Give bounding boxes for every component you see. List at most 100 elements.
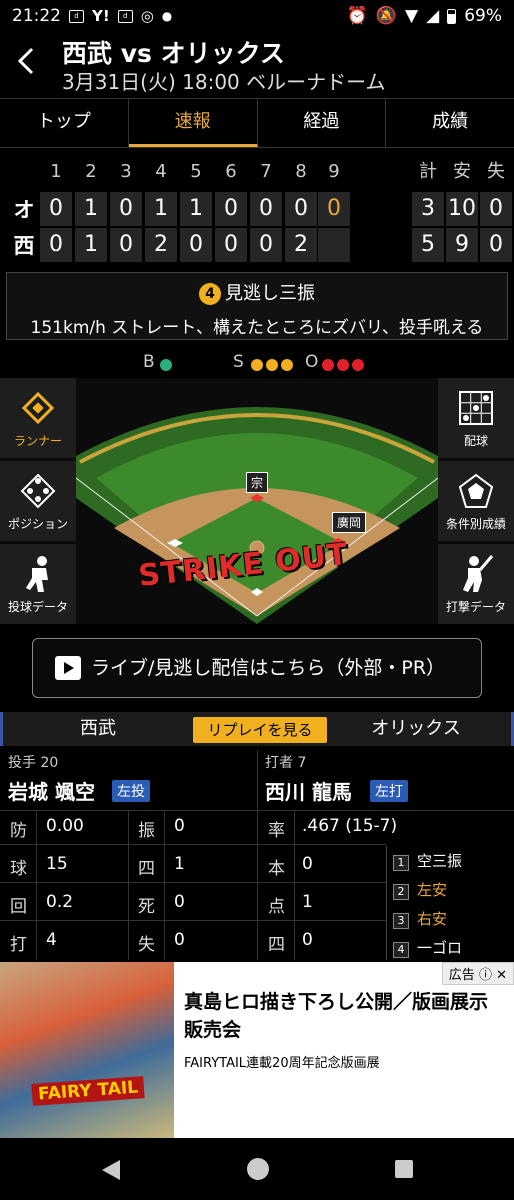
pitch-chart-button[interactable]: 配球 bbox=[438, 378, 514, 458]
total-score: 0 bbox=[480, 192, 512, 226]
ad-logo: FAIRY TAIL bbox=[31, 1076, 145, 1106]
pitcher-stat-value: 0 bbox=[174, 930, 185, 950]
yahoo-icon: Y! bbox=[92, 7, 110, 25]
ad-image[interactable]: FAIRY TAIL bbox=[0, 962, 174, 1138]
batter-stat-value: 0 bbox=[302, 854, 313, 874]
nav-recents-icon[interactable] bbox=[394, 1159, 414, 1179]
inning-header-3: 3 bbox=[120, 161, 132, 182]
live-stream-button[interactable]: ライブ/見逃し配信はこちら（外部・PR） bbox=[32, 638, 482, 698]
notification-icon-2: d bbox=[117, 9, 133, 23]
inning-header-6: 6 bbox=[225, 161, 237, 182]
inning-score: 1 bbox=[75, 228, 107, 262]
inning-header-1: 1 bbox=[50, 161, 62, 182]
inning-score: 0 bbox=[40, 228, 72, 262]
pitcher-stat-value: 0 bbox=[174, 892, 185, 912]
inning-score: 0 bbox=[40, 192, 72, 226]
strike-label: S bbox=[233, 352, 244, 372]
pitcher-stat-key: 振 bbox=[138, 821, 155, 841]
pitcher-stat-value: 1 bbox=[174, 854, 185, 874]
strike-dot bbox=[281, 359, 293, 371]
inning-score: 0 bbox=[110, 228, 142, 262]
notification-icon: d bbox=[69, 9, 84, 23]
system-nav-bar bbox=[0, 1140, 514, 1200]
inning-score bbox=[318, 228, 350, 262]
batting-data-label: 打撃データ bbox=[445, 600, 506, 614]
conditional-stats-button[interactable]: 条件別成績 bbox=[438, 461, 514, 541]
mute-icon: 🔕 bbox=[375, 6, 398, 26]
live-stream-label: ライブ/見逃し配信はこちら（外部・PR） bbox=[91, 657, 446, 679]
nav-back-icon[interactable] bbox=[100, 1158, 122, 1182]
advertisement[interactable]: FAIRY TAIL 広告 ⓘ ✕ 真島ヒロ描き下ろし公開／版画展示販売会 FA… bbox=[0, 962, 514, 1138]
inning-score: 0 bbox=[180, 228, 212, 262]
strike-zone-grid-icon bbox=[459, 391, 493, 425]
total-score: 0 bbox=[480, 228, 512, 262]
replay-button[interactable]: リプレイを見る bbox=[193, 717, 327, 743]
inning-score: 0 bbox=[285, 192, 317, 226]
out-dot bbox=[352, 359, 364, 371]
pitcher-stat-key: 死 bbox=[138, 897, 155, 917]
at-bat-number: 2 bbox=[393, 884, 409, 900]
ad-close-icon[interactable]: ✕ bbox=[496, 968, 507, 983]
ball-label: B bbox=[143, 352, 155, 372]
tab-results[interactable]: 成績 bbox=[386, 99, 514, 147]
radar-chart-icon bbox=[458, 473, 494, 508]
ball-dot bbox=[160, 359, 172, 371]
pitcher-name[interactable]: 岩城 颯空 bbox=[8, 776, 95, 805]
batting-data-button[interactable]: 打撃データ bbox=[438, 544, 514, 624]
tab-live[interactable]: 速報 bbox=[128, 99, 258, 147]
pitcher-hand-badge: 左投 bbox=[112, 780, 150, 802]
team-abbrev: 西 bbox=[13, 234, 35, 258]
batter-stat-key: 点 bbox=[268, 897, 285, 917]
nav-home-icon[interactable] bbox=[246, 1157, 270, 1181]
inning-header-9: 9 bbox=[328, 161, 340, 182]
strike-dot bbox=[266, 359, 278, 371]
wifi-icon: ▼ bbox=[405, 6, 419, 26]
inning-score: 0 bbox=[250, 228, 282, 262]
inning-score: 2 bbox=[145, 228, 177, 262]
out-dot bbox=[322, 359, 334, 371]
pitching-data-button[interactable]: 投球データ bbox=[0, 544, 76, 624]
batter-stat-key: 率 bbox=[268, 821, 285, 841]
dot-icon: ● bbox=[161, 9, 173, 23]
team-abbrev: オ bbox=[13, 198, 35, 222]
at-bat-history: 1 空三振 2 左安 3 右安 4 一ゴロ bbox=[386, 846, 514, 960]
play-number-badge: 4 bbox=[199, 283, 221, 305]
out-dots bbox=[322, 355, 367, 375]
tab-progress[interactable]: 経過 bbox=[258, 99, 387, 147]
inning-header-2: 2 bbox=[85, 161, 97, 182]
player-stats-panel: 投手 20 岩城 颯空 左投 打者 7 西川 龍馬 左打 防 0.00 振 0 球 15 四… bbox=[0, 750, 514, 960]
pitcher-stat-value: 0.2 bbox=[46, 892, 74, 912]
game-subtitle: 3月31日(火) 18:00 ベルーナドーム bbox=[62, 70, 386, 94]
status-bar: 21:22 d Y! d ◎ ● ⏰ 🔕 ▼ ◢ 69% bbox=[0, 0, 514, 32]
battery-icon bbox=[447, 8, 457, 24]
runner-button[interactable]: ランナー bbox=[0, 378, 76, 458]
inning-header-5: 5 bbox=[190, 161, 202, 182]
play-result: 見逃し三振 bbox=[225, 283, 315, 304]
play-icon bbox=[55, 656, 81, 680]
back-arrow-icon[interactable] bbox=[14, 46, 36, 82]
batter-stat-value: 0 bbox=[302, 930, 313, 950]
at-bat-item: 4 一ゴロ bbox=[393, 937, 462, 958]
inning-score: 0 bbox=[250, 192, 282, 226]
at-bat-item: 2 左安 bbox=[393, 879, 447, 900]
conditional-stats-label: 条件別成績 bbox=[445, 517, 506, 531]
at-bat-result: 一ゴロ bbox=[417, 939, 463, 957]
at-bat-result: 右安 bbox=[417, 910, 448, 928]
at-bat-result: 左安 bbox=[417, 881, 448, 899]
status-time: 21:22 bbox=[12, 6, 61, 26]
pitch-chart-label: 配球 bbox=[463, 434, 488, 448]
pitcher-stat-value: 0 bbox=[174, 816, 185, 836]
batter-name[interactable]: 西川 龍馬 bbox=[265, 776, 352, 805]
position-button[interactable]: ポジション bbox=[0, 461, 76, 541]
scoreboard-row-away: オ 0 1 0 1 1 0 0 0 0 3 10 0 bbox=[0, 192, 514, 228]
ad-title[interactable]: 真島ヒロ描き下ろし公開／版画展示販売会 bbox=[184, 988, 504, 1044]
batter-stat-value: 1 bbox=[302, 892, 313, 912]
at-bat-item: 3 右安 bbox=[393, 908, 447, 929]
team-bar: 西武 リプレイを見る オリックス bbox=[0, 712, 514, 746]
ad-tag[interactable]: 広告 ⓘ ✕ bbox=[441, 962, 514, 985]
position-icon bbox=[20, 473, 56, 509]
batter-label: 打者 7 bbox=[265, 755, 307, 771]
at-bat-result: 空三振 bbox=[417, 852, 463, 870]
tab-top[interactable]: トップ bbox=[0, 99, 129, 147]
battery-level: 69% bbox=[464, 6, 502, 26]
